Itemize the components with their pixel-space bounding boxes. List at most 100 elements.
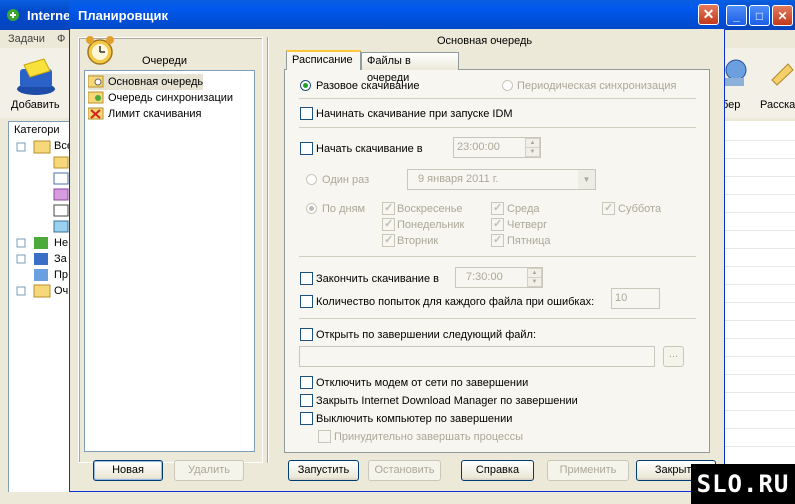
exit-idm-label: Закрыть Internet Download Manager по зав… [316, 395, 578, 407]
retries-checkbox[interactable] [300, 295, 313, 308]
separator [299, 127, 696, 128]
dialog-title: Планировщик [78, 8, 169, 23]
delete-queue-button[interactable]: Удалить [174, 460, 244, 481]
start-on-launch-checkbox[interactable] [300, 107, 313, 120]
list-row-line [722, 356, 795, 357]
list-row-line [722, 302, 795, 303]
menu-tasks[interactable]: Задачи [8, 33, 45, 45]
open-file-checkbox[interactable] [300, 328, 313, 341]
apply-button[interactable]: Применить [547, 460, 629, 481]
panel-divider [267, 37, 268, 463]
list-row-line [722, 428, 795, 429]
once-radio[interactable] [306, 174, 317, 185]
menu-file[interactable]: Ф [57, 33, 65, 45]
day-checkbox-sunday[interactable]: ✓ [382, 202, 395, 215]
tell-friend-icon[interactable] [768, 58, 795, 88]
dialog-close-button[interactable]: ✕ [698, 4, 719, 25]
periodic-radio[interactable] [502, 80, 513, 91]
tree-folder-icons [16, 140, 69, 298]
chevron-down-icon[interactable]: ▼ [578, 170, 595, 189]
day-label-thursday: Четверг [507, 219, 548, 231]
periodic-label: Периодическая синхронизация [517, 80, 677, 92]
day-checkbox-friday[interactable]: ✓ [491, 234, 504, 247]
queue-list[interactable] [84, 70, 255, 452]
list-row-line [722, 140, 795, 141]
list-row-line [722, 266, 795, 267]
queue-item-main[interactable]: Основная очередь [88, 74, 204, 90]
day-label-wednesday: Среда [507, 203, 540, 215]
list-row-line [722, 230, 795, 231]
separator [299, 318, 696, 319]
list-row-line [722, 212, 795, 213]
force-kill-checkbox[interactable] [318, 430, 331, 443]
open-file-label: Открыть по завершении следующий файл: [316, 329, 537, 341]
day-checkbox-tuesday[interactable]: ✓ [382, 234, 395, 247]
one-time-radio[interactable] [300, 80, 311, 91]
shutdown-label: Выключить компьютер по завершении [316, 413, 513, 425]
grabber-icon[interactable] [722, 56, 748, 90]
folder-sync-icon [88, 91, 104, 104]
exit-idm-checkbox[interactable] [300, 394, 313, 407]
idm-app-icon [7, 9, 19, 21]
separator [299, 98, 696, 99]
hangup-label: Отключить модем от сети по завершении [316, 377, 529, 389]
force-kill-label: Принудительно завершать процессы [334, 431, 524, 443]
queue-item-limit[interactable]: Лимит скачивания [88, 106, 201, 122]
day-label-saturday: Суббота [618, 203, 662, 215]
bg-close-button[interactable]: ✕ [772, 5, 793, 26]
list-row-line [722, 284, 795, 285]
stop-at-checkbox[interactable] [300, 272, 313, 285]
start-at-checkbox[interactable] [300, 142, 313, 155]
open-file-path-input[interactable] [299, 346, 655, 367]
list-row-line [722, 392, 795, 393]
by-days-label: По дням [322, 203, 366, 215]
tab-queue-files[interactable]: Файлы в очереди [361, 52, 459, 84]
start-on-launch-label: Начинать скачивание при запуске IDM [316, 108, 513, 120]
date-picker[interactable]: 9 января 2011 г. [407, 169, 596, 190]
list-row-line [722, 446, 795, 447]
one-time-label: Разовое скачивание [316, 80, 420, 92]
queue-item-label: Очередь синхронизации [108, 92, 234, 104]
add-button-label[interactable]: Добавить [11, 99, 60, 111]
stop-at-label: Закончить скачивание в [316, 273, 439, 285]
stop-button[interactable]: Остановить [368, 460, 441, 481]
once-label: Один раз [322, 174, 370, 186]
day-checkbox-wednesday[interactable]: ✓ [491, 202, 504, 215]
categories-header: Категори [14, 124, 60, 136]
background-window-title: Interne [27, 8, 71, 23]
queue-item-label: Основная очередь [108, 76, 204, 88]
start-at-label: Начать скачивание в [316, 143, 423, 155]
queues-label: Очереди [142, 55, 187, 67]
stop-time-down[interactable]: ▼ [527, 277, 542, 287]
folder-clock-icon [88, 75, 104, 88]
bg-minimize-button[interactable]: _ [726, 5, 747, 26]
start-time-down[interactable]: ▼ [525, 147, 540, 157]
day-label-friday: Пятница [507, 235, 551, 247]
browse-button[interactable]: ... [663, 346, 684, 367]
help-button[interactable]: Справка [461, 460, 534, 481]
queue-item-sync[interactable]: Очередь синхронизации [88, 90, 233, 106]
tab-schedule[interactable]: Расписание [286, 50, 361, 70]
add-download-icon[interactable] [14, 55, 58, 97]
day-checkbox-saturday[interactable]: ✓ [602, 202, 615, 215]
day-checkbox-monday[interactable]: ✓ [382, 218, 395, 231]
retries-label: Количество попыток для каждого файла при… [316, 296, 595, 308]
date-value: 9 января 2011 г. [418, 173, 499, 185]
retries-input[interactable]: 10 [611, 288, 660, 309]
by-days-radio[interactable] [306, 203, 317, 214]
list-row-line [722, 158, 795, 159]
day-label-tuesday: Вторник [397, 235, 439, 247]
list-row-line [722, 410, 795, 411]
tell-friend-label[interactable]: Расска [760, 99, 795, 111]
queue-title: Основная очередь [437, 35, 533, 47]
folder-limit-icon [88, 107, 104, 120]
list-row-line [722, 374, 795, 375]
bg-maximize-button[interactable]: □ [749, 5, 770, 26]
start-button[interactable]: Запустить [288, 460, 359, 481]
day-checkbox-thursday[interactable]: ✓ [491, 218, 504, 231]
background-statusbar [0, 492, 795, 504]
list-row-line [722, 194, 795, 195]
shutdown-checkbox[interactable] [300, 412, 313, 425]
hangup-checkbox[interactable] [300, 376, 313, 389]
new-queue-button[interactable]: Новая [93, 460, 163, 481]
